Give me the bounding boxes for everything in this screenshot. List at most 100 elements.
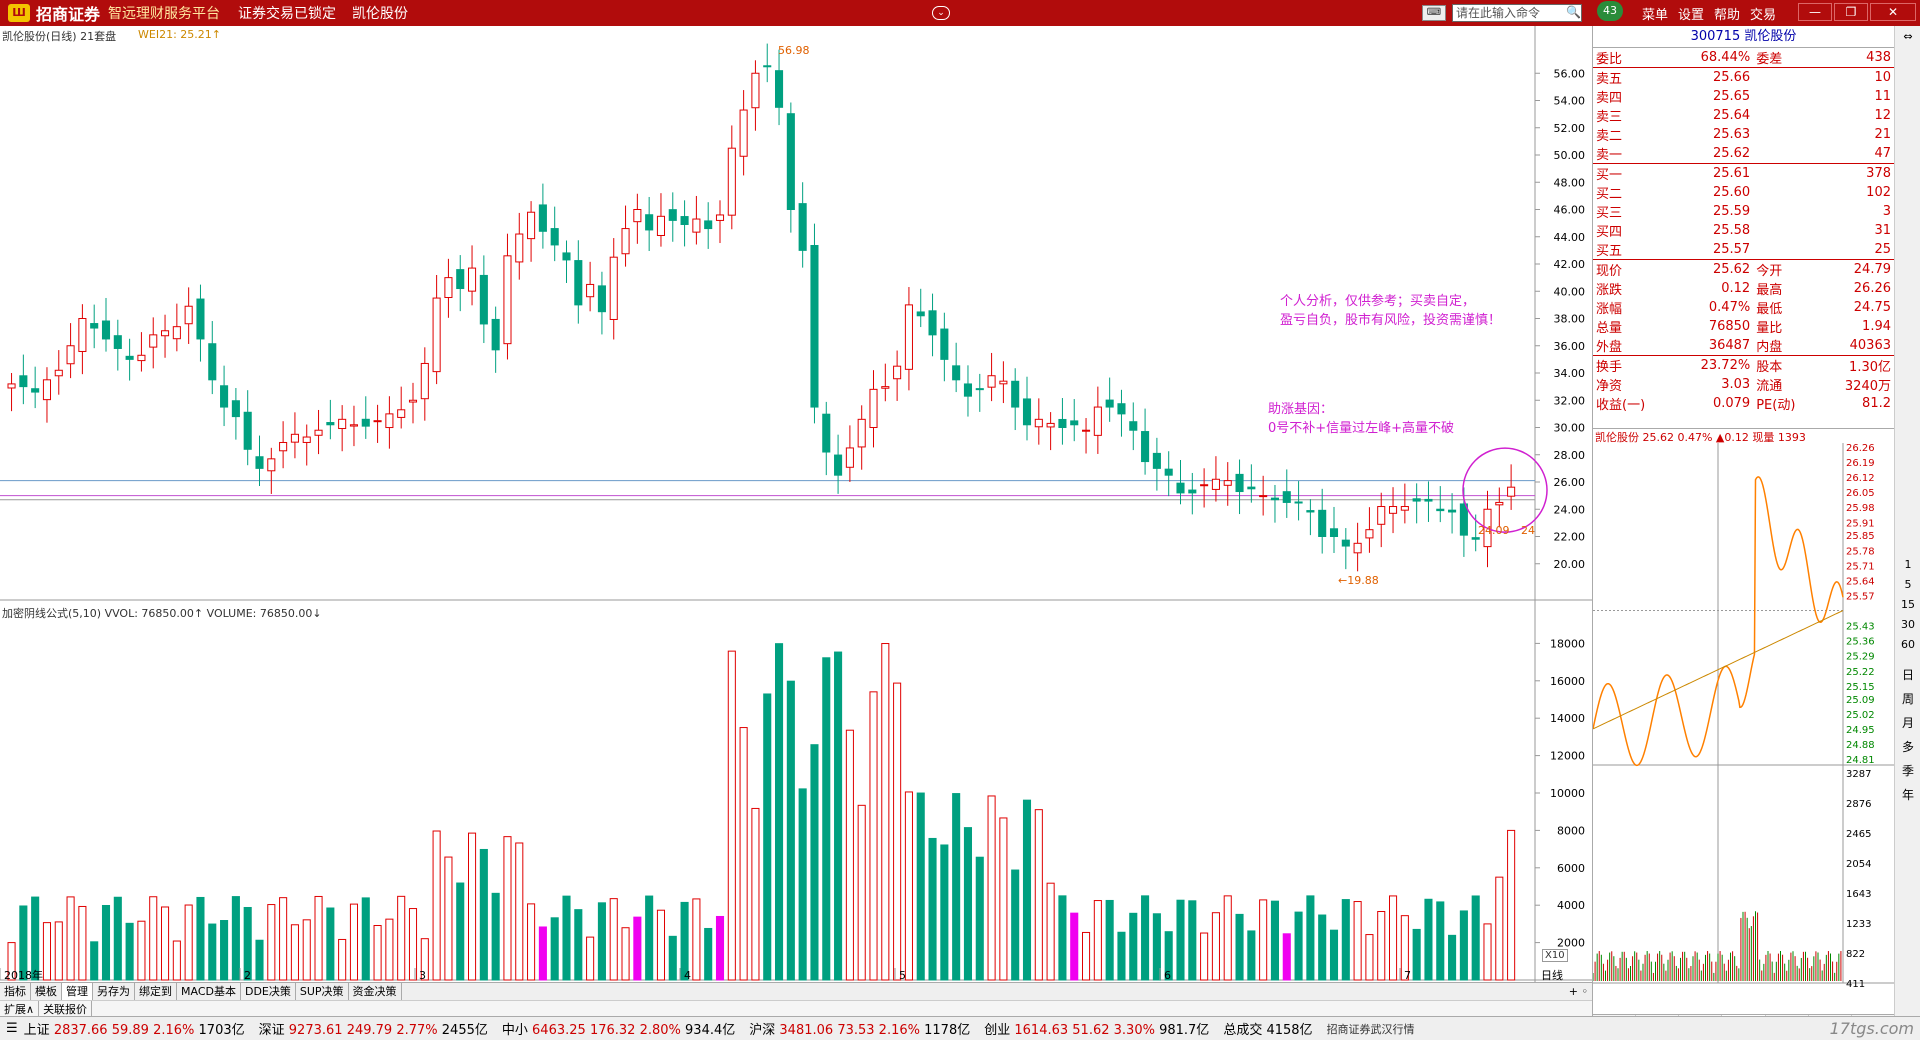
period-month[interactable]: 月 [1897,714,1919,731]
index-percent: 2.16% [153,1023,195,1038]
tab-expand[interactable]: 扩展∧ [0,1001,40,1016]
notification-badge[interactable]: 43 [1597,1,1623,21]
volume-bar [1070,912,1079,981]
sell-row-volume: 10 [1818,67,1894,87]
volume-bar [704,927,713,981]
sell-row-price: 25.62 [1712,146,1751,161]
restore-icon[interactable]: ❐ [1834,3,1868,21]
minute-chart[interactable]: 凯伦股份 25.62 0.47% ▲0.12 现量 1393 26.26 26.1… [1592,428,1895,1014]
candle [1235,473,1244,493]
platform-name: 智远理财服务平台 [108,6,221,22]
sell-row[interactable]: 卖三 25.64 12 [1593,106,1894,125]
candle [928,310,937,336]
index-value: 3481.06 [779,1023,834,1038]
candle [503,255,512,345]
tab-dde[interactable]: DDE决策 [241,983,296,1000]
index-item[interactable]: 中小 6463.25 176.32 2.80% 934.4亿 [502,1019,735,1038]
minimize-icon[interactable]: — [1798,3,1832,21]
collapse-icon[interactable]: ⌄ [932,6,950,20]
candle [845,447,854,468]
period-day[interactable]: 日 [1897,666,1919,683]
buy-row[interactable]: 买四 25.58 31 [1593,221,1894,240]
tab-bind[interactable]: 绑定到 [135,983,177,1000]
tab-macd[interactable]: MACD基本 [177,983,241,1000]
lock-status[interactable]: 证券交易已锁定 [238,3,336,23]
volume-bar [1282,933,1291,981]
tab-manage[interactable]: 管理 [62,983,93,1000]
volume-bar [1117,931,1126,981]
index-item[interactable]: 深证 9273.61 249.79 2.77% 2455亿 [259,1019,488,1038]
period-week[interactable]: 周 [1897,690,1919,707]
period-15min[interactable]: 15 [1897,598,1919,611]
tab-template[interactable]: 模板 [31,983,62,1000]
buy-row-price: 25.60 [1712,185,1751,200]
scroll-add-icon[interactable]: + ◦ [1569,983,1588,1000]
stat-label-1: 涨跌 [1596,283,1623,298]
index-value: 1614.63 [1014,1023,1069,1038]
stock-name: 凯伦股份 [1744,29,1797,44]
keyboard-icon[interactable]: ⌨ [1422,5,1446,21]
command-search-input[interactable]: 请在此输入命令 [1452,4,1582,22]
sell-row[interactable]: 卖一 25.62 47 [1593,144,1894,164]
period-multi[interactable]: 多 [1897,738,1919,755]
menu-button[interactable]: 菜单 [1642,4,1668,23]
period-year[interactable]: 年 [1897,786,1919,803]
price-tick-label: 20.00 [1554,558,1586,571]
sell-row[interactable]: 卖五 25.66 10 [1593,67,1894,87]
buy-row[interactable]: 买二 25.60 102 [1593,183,1894,202]
tab-indicator[interactable]: 指标 [0,983,31,1000]
status-menu-icon[interactable]: ☰ [6,1021,18,1036]
trade-button[interactable]: 交易 [1750,4,1776,23]
buy-row[interactable]: 买五 25.57 25 [1593,240,1894,260]
index-item[interactable]: 创业 1614.63 51.62 3.30% 981.7亿 [984,1019,1209,1038]
period-1min[interactable]: 1 [1897,558,1919,571]
candle [1282,491,1291,503]
volume-bar [196,896,205,981]
date-tick-label: 6 [1164,969,1171,982]
stat-label-2: 流通 [1756,379,1783,394]
period-5min[interactable]: 5 [1897,578,1919,591]
title-bar: Ш 招商证券 智远理财服务平台 证券交易已锁定 凯伦股份 ⌄ ⌨ 请在此输入命令… [0,0,1920,26]
minute-price-tick: 25.09 [1846,695,1875,706]
tab-linked-quote[interactable]: 关联报价 [39,1001,93,1016]
index-item[interactable]: 沪深 3481.06 73.53 2.16% 1178亿 [749,1019,970,1038]
candle [208,343,217,381]
kline-chart-area[interactable]: 56.00 54.00 52.00 50.00 48.00 46.00 44.00 42.00… [0,26,1592,982]
help-button[interactable]: 帮助 [1714,4,1740,23]
sell-row[interactable]: 卖四 25.65 11 [1593,87,1894,106]
candle [1247,486,1256,490]
volume-bar [1046,882,1055,981]
period-60min[interactable]: 60 [1897,638,1919,651]
sell-row[interactable]: 卖二 25.63 21 [1593,125,1894,144]
settings-button[interactable]: 设置 [1678,4,1704,23]
candle [385,413,394,429]
candle [987,375,996,388]
buy-row[interactable]: 买一 25.61 378 [1593,163,1894,183]
price-tick-label: 24.00 [1554,503,1586,516]
volume-bar [444,856,453,981]
zoom-label[interactable]: X10 [1542,949,1568,962]
search-icon[interactable]: 🔍 [1566,5,1581,19]
candle [597,285,606,313]
stat-value-2: 24.75 [1853,300,1891,315]
candle [101,320,111,340]
volume-bar [255,939,264,981]
candle [1259,495,1268,498]
period-30min[interactable]: 30 [1897,618,1919,631]
kline-chart-svg[interactable]: 56.00 54.00 52.00 50.00 48.00 46.00 44.00 42.00… [0,26,1592,982]
period-season[interactable]: 季 [1897,762,1919,779]
candle [739,109,748,157]
index-value: 2837.66 [53,1023,108,1038]
price-tick-label: 26.00 [1554,476,1586,489]
close-icon[interactable]: ✕ [1870,3,1916,21]
candle [19,375,28,388]
index-item[interactable]: 上证 2837.66 59.89 2.16% 1703亿 [24,1019,245,1038]
tab-save-as[interactable]: 另存为 [93,983,135,1000]
tab-fund[interactable]: 资金决策 [349,983,402,1000]
minute-chart-svg[interactable]: 26.26 26.19 26.12 26.05 25.98 25.91 25.85 25.78… [1592,443,1895,1001]
buy-row[interactable]: 买三 25.59 3 [1593,202,1894,221]
stat-label-2: 最低 [1756,302,1783,317]
volume-bar [656,909,666,981]
tab-sup[interactable]: SUP决策 [296,983,349,1000]
sidebar-arrow-icon[interactable]: ⇔ [1897,30,1919,43]
